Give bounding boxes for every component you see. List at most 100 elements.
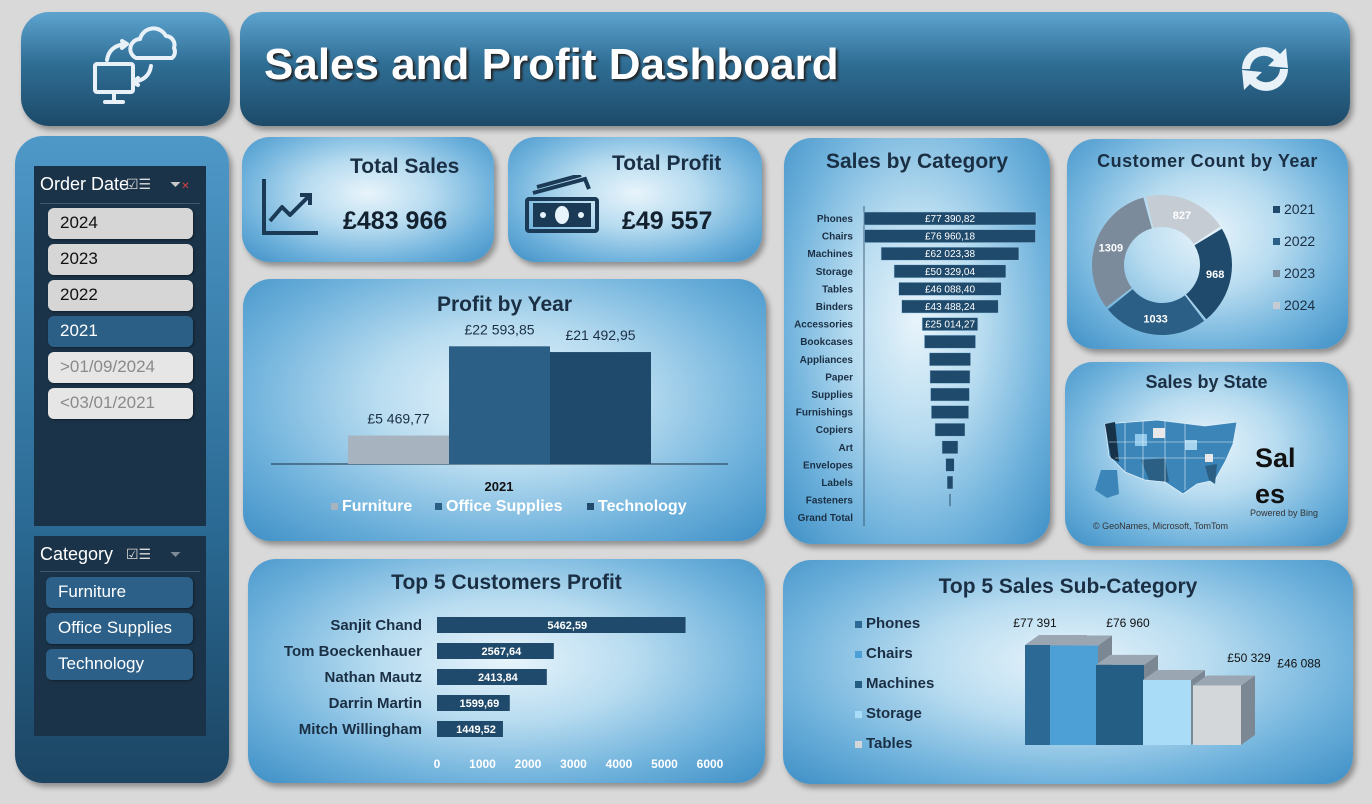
legend-swatch — [1273, 270, 1280, 277]
data-label: £46 088,40 — [925, 284, 975, 295]
cash-icon — [525, 175, 599, 233]
order-date-slicer: Order Date ☑☰ ⏷✕ 2024 2023 2022 2021 >01… — [34, 166, 206, 526]
header-banner: Sales and Profit Dashboard — [240, 12, 1350, 126]
category-label: Copiers — [816, 425, 854, 436]
x-tick-label: 4000 — [606, 757, 633, 771]
multi-select-icon[interactable]: ☑☰ — [126, 176, 151, 193]
slicer-item-technology[interactable]: Technology — [46, 649, 193, 680]
category-label: Envelopes — [803, 460, 853, 471]
map-credit-bing: Powered by Bing — [1250, 508, 1318, 518]
column-machines — [1096, 664, 1144, 745]
funnel-bar — [948, 493, 952, 507]
category-label: Supplies — [811, 390, 853, 401]
legend-swatch — [1273, 238, 1280, 245]
funnel-bar — [946, 475, 954, 490]
x-tick-label: 3000 — [560, 757, 587, 771]
profit-by-year-card: Profit by Year £5 469,77 £22 593,85 £21 49… — [243, 279, 766, 541]
legend-label: 2024 — [1284, 297, 1315, 313]
data-label: 968 — [1206, 269, 1224, 281]
data-label: 1599,69 — [460, 698, 500, 710]
funnel-bar — [934, 422, 966, 437]
legend-label: 2021 — [1284, 201, 1315, 217]
clear-filter-icon[interactable]: ⏷ — [170, 546, 181, 563]
column-chairs — [1050, 645, 1098, 745]
data-label: £43 488,24 — [925, 302, 975, 313]
funnel-bar — [929, 370, 971, 384]
data-label: £21 492,95 — [565, 327, 635, 343]
customer-label: Mitch Willingham — [299, 721, 422, 738]
logo-card — [21, 12, 230, 126]
clear-filter-icon[interactable]: ⏷✕ — [170, 176, 190, 193]
legend-label: Chairs — [866, 645, 913, 662]
funnel-bar — [945, 458, 955, 472]
legend-swatch — [855, 621, 862, 628]
customer-label: Nathan Mautz — [325, 669, 423, 686]
data-label: 1033 — [1143, 314, 1167, 326]
slicer-title: Order Date — [40, 174, 130, 194]
category-label: Binders — [816, 302, 854, 313]
slicer-item-2023[interactable]: 2023 — [48, 244, 193, 275]
total-profit-value: £49 557 — [622, 207, 713, 235]
data-label: £77 391 — [1013, 616, 1057, 630]
slicer-item-2024[interactable]: 2024 — [48, 208, 193, 239]
category-label: Labels — [821, 478, 853, 489]
category-label: Grand Total — [798, 513, 854, 524]
legend-label: Furniture — [342, 498, 412, 515]
bar-furniture — [348, 435, 449, 464]
category-label: Furnishings — [796, 408, 854, 419]
category-label: Chairs — [822, 232, 854, 243]
sales-by-category-card: Sales by Category Phones £77 390,82 Chairs… — [784, 138, 1050, 544]
customer-label: Sanjit Chand — [330, 617, 422, 634]
customer-count-chart: 827 968 1033 1309 2021 2022 2023 2024 — [1092, 195, 1315, 335]
cloud-computer-icon — [93, 26, 177, 104]
column-side — [1241, 675, 1255, 745]
data-label: £62 023,38 — [925, 249, 975, 260]
slicer-item-2021[interactable]: 2021 — [48, 316, 193, 347]
data-label: 827 — [1173, 210, 1191, 222]
category-label: Fasteners — [806, 496, 854, 507]
slicer-item-office-supplies[interactable]: Office Supplies — [46, 613, 193, 644]
category-label: Storage — [816, 267, 854, 278]
data-label: £76 960 — [1106, 616, 1150, 630]
category-label: Appliances — [800, 355, 854, 366]
x-tick-label: 5000 — [651, 757, 678, 771]
slicer-item-before-date[interactable]: <03/01/2021 — [48, 388, 193, 419]
legend-label: Technology — [598, 498, 687, 515]
data-label: £50 329 — [1227, 651, 1271, 665]
bar-technology — [550, 352, 651, 464]
slicer-item-after-date[interactable]: >01/09/2024 — [48, 352, 193, 383]
legend-swatch — [331, 503, 338, 510]
line-chart-icon — [262, 179, 318, 235]
total-sales-value: £483 966 — [343, 207, 448, 235]
top5-customers-card: Top 5 Customers Profit Sanjit Chand 5462,… — [248, 559, 765, 783]
data-label: £5 469,77 — [367, 411, 429, 427]
us-map: Powered by Bing © GeoNames, Microsoft, T… — [1093, 419, 1318, 531]
legend-swatch — [1273, 302, 1280, 309]
legend-label: Office Supplies — [446, 498, 563, 515]
map-big-text: Sal — [1255, 443, 1296, 473]
data-label: 2413,84 — [478, 672, 519, 684]
total-sales-label: Total Sales — [350, 155, 460, 178]
category-label: Machines — [807, 249, 853, 260]
refresh-icon[interactable] — [1232, 39, 1298, 99]
data-label: 2567,64 — [482, 646, 523, 658]
category-label: Phones — [817, 214, 854, 225]
column-tables — [1193, 685, 1241, 745]
slicer-item-furniture[interactable]: Furniture — [46, 577, 193, 608]
top5-subcategory-card: Top 5 Sales Sub-Category Phones Chairs Mac… — [783, 560, 1353, 784]
column-storage — [1143, 679, 1191, 745]
data-label: £50 329,04 — [925, 267, 975, 278]
customer-label: Tom Boeckenhauer — [284, 643, 422, 660]
funnel-bar — [931, 405, 969, 419]
multi-select-icon[interactable]: ☑☰ — [126, 546, 151, 563]
total-sales-card: Total Sales £483 966 — [242, 137, 494, 262]
category-label: Paper — [825, 372, 853, 383]
data-label: 1449,52 — [456, 724, 496, 736]
sales-by-category-chart: Phones £77 390,82 Chairs £76 960,18 Machines… — [794, 206, 1037, 526]
data-label: £46 088 — [1277, 656, 1321, 670]
slicer-title: Category — [40, 544, 114, 564]
legend-label: Storage — [866, 705, 922, 722]
legend-swatch — [435, 503, 442, 510]
slicer-panel: Order Date ☑☰ ⏷✕ 2024 2023 2022 2021 >01… — [15, 136, 229, 783]
slicer-item-2022[interactable]: 2022 — [48, 280, 193, 311]
